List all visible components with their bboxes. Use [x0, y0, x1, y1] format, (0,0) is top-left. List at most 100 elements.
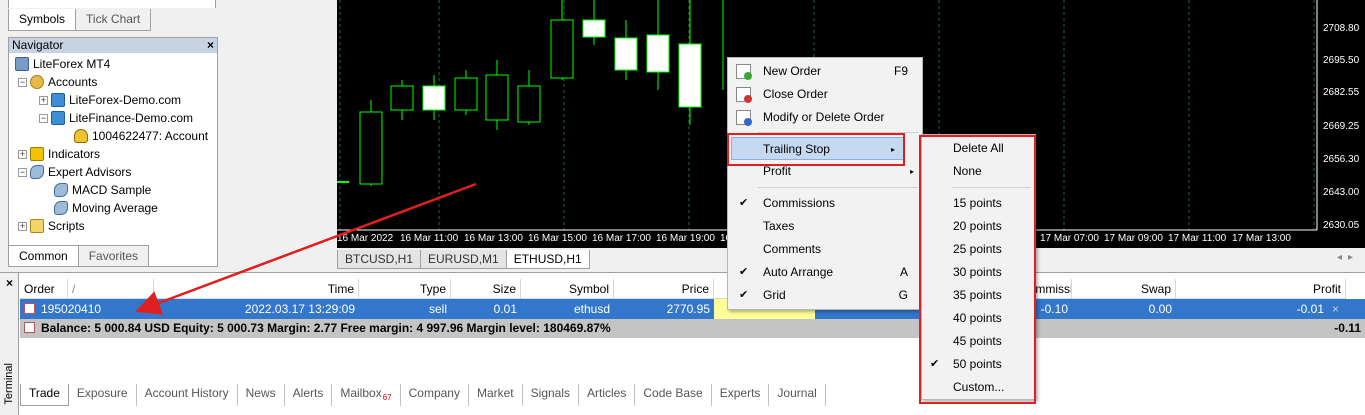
col-swap[interactable]: Swap: [1072, 279, 1176, 299]
order-ticket-cell: 195020410: [20, 299, 154, 319]
terminal-tab-code-base[interactable]: Code Base: [635, 384, 712, 406]
navigator-close-icon[interactable]: ×: [207, 38, 214, 53]
chart-tab-scroll-icon[interactable]: ◂▸: [1337, 252, 1359, 263]
terminal-label: Terminal: [3, 363, 15, 405]
menu-item-commissions[interactable]: ✔ Commissions: [728, 192, 922, 215]
tab-label: Journal: [777, 386, 817, 400]
tree-item-expert-advisors[interactable]: − Expert Advisors: [9, 163, 217, 181]
menu-item-grid[interactable]: ✔ Grid G: [728, 284, 922, 307]
menu-item-label: Close Order: [763, 87, 828, 101]
menu-item-taxes[interactable]: Taxes: [728, 215, 922, 238]
close-order-icon: [736, 87, 752, 103]
expand-icon[interactable]: +: [18, 221, 27, 231]
tree-item-label: Expert Advisors: [48, 165, 132, 179]
tree-item-label: LiteFinance-Demo.com: [69, 111, 194, 125]
tab-symbols[interactable]: Symbols: [8, 9, 77, 31]
price-label: 2682.55: [1323, 87, 1360, 98]
terminal-close-icon[interactable]: ×: [6, 276, 13, 290]
time-label: 16 Mar 19:00: [656, 233, 715, 244]
tree-item-account[interactable]: 1004622477: Account: [9, 127, 217, 145]
time-label: 16 Mar 2022: [337, 233, 394, 244]
col-time[interactable]: Time: [154, 279, 359, 299]
candle-body: [390, 85, 414, 111]
menu-item-close-order[interactable]: Close Order: [728, 83, 922, 106]
expert-advisor-icon: [30, 165, 44, 179]
candle-body: [646, 34, 670, 73]
order-price: 2770.95: [666, 302, 710, 316]
tree-item-accounts[interactable]: − Accounts: [9, 73, 217, 91]
tree-item-macd-sample[interactable]: MACD Sample: [9, 181, 217, 199]
col-sort-indicator[interactable]: /: [68, 279, 154, 299]
chart-tab-btcusd[interactable]: BTCUSD,H1: [337, 250, 422, 269]
tree-item-label: Accounts: [48, 75, 98, 89]
tree-item-label: Scripts: [48, 219, 85, 233]
checkmark-icon: ✔: [739, 289, 749, 301]
terminal-tab-alerts[interactable]: Alerts: [285, 384, 333, 406]
terminal-tab-mailbox[interactable]: Mailbox67: [332, 384, 401, 406]
chart-tabs: BTCUSD,H1 EURUSD,M1 ETHUSD,H1: [337, 250, 590, 269]
menu-item-label: Auto Arrange: [763, 265, 834, 279]
tab-common[interactable]: Common: [8, 245, 79, 267]
col-type[interactable]: Type: [359, 279, 451, 299]
menu-item-comments[interactable]: Comments: [728, 238, 922, 261]
terminal-tab-account-history[interactable]: Account History: [137, 384, 238, 406]
tree-item-terminal[interactable]: LiteForex MT4: [9, 55, 217, 73]
chart-tab-ethusd[interactable]: ETHUSD,H1: [505, 250, 590, 269]
order-profit: -0.01: [1296, 302, 1324, 316]
tab-tick-chart[interactable]: Tick Chart: [75, 9, 152, 31]
tree-item-server-liteforex[interactable]: + LiteForex-Demo.com: [9, 91, 217, 109]
col-profit[interactable]: Profit: [1176, 279, 1346, 299]
col-price[interactable]: Price: [614, 279, 714, 299]
menu-separator: [758, 187, 918, 188]
tab-label: Code Base: [643, 386, 703, 400]
tree-item-indicators[interactable]: + Indicators: [9, 145, 217, 163]
expand-icon[interactable]: +: [39, 95, 48, 105]
market-watch-list[interactable]: [8, 0, 216, 8]
terminal-tab-articles[interactable]: Articles: [579, 384, 636, 406]
tree-item-scripts[interactable]: + Scripts: [9, 217, 217, 235]
collapse-icon[interactable]: −: [18, 77, 27, 87]
terminal-tab-journal[interactable]: Journal: [769, 384, 826, 406]
terminal-tab-news[interactable]: News: [238, 384, 285, 406]
time-label: 17 Mar 09:00: [1104, 233, 1163, 244]
candle-body: [517, 85, 541, 123]
col-symbol[interactable]: Symbol: [521, 279, 614, 299]
menu-item-new-order[interactable]: New Order F9: [728, 60, 922, 83]
market-watch-tabs: Symbols Tick Chart: [8, 9, 220, 31]
order-type: sell: [428, 302, 447, 316]
order-symbol: ethusd: [573, 302, 610, 316]
table-header: Order / Time Type Size Symbol Price Comm…: [20, 279, 1365, 299]
terminal-tab-experts[interactable]: Experts: [712, 384, 770, 406]
terminal-tab-exposure[interactable]: Exposure: [69, 384, 137, 406]
expand-icon[interactable]: +: [18, 149, 27, 159]
menu-item-label: Commissions: [763, 196, 836, 210]
terminal-tab-trade[interactable]: Trade: [20, 384, 69, 406]
order-ticket: 195020410: [41, 302, 102, 316]
order-swap: 0.00: [1148, 302, 1172, 316]
server-icon: [51, 111, 65, 125]
tab-favorites[interactable]: Favorites: [77, 245, 150, 267]
menu-item-auto-arrange[interactable]: ✔ Auto Arrange A: [728, 261, 922, 284]
time-label: 16 Mar 17:00: [592, 233, 651, 244]
table-row[interactable]: 195020410 2022.03.17 13:29:09 sell 0.01 …: [20, 299, 1365, 319]
col-size[interactable]: Size: [451, 279, 521, 299]
navigator-header: Navigator ×: [9, 38, 217, 53]
tab-label: Experts: [719, 386, 761, 400]
chart-tab-eurusd[interactable]: EURUSD,M1: [420, 250, 507, 269]
terminal-tab-market[interactable]: Market: [469, 384, 523, 406]
menu-item-modify-order[interactable]: Modify or Delete Order: [728, 106, 922, 129]
terminal-tab-company[interactable]: Company: [401, 384, 469, 406]
terminal-tab-signals[interactable]: Signals: [523, 384, 580, 406]
collapse-icon[interactable]: −: [18, 167, 27, 177]
order-time: 2022.03.17 13:29:09: [244, 302, 355, 316]
tab-label: Mailbox: [340, 386, 382, 400]
tree-item-moving-average[interactable]: Moving Average: [9, 199, 217, 217]
tree-item-server-litefinance[interactable]: − LiteFinance-Demo.com: [9, 109, 217, 127]
terminal-icon: [15, 57, 29, 71]
collapse-icon[interactable]: −: [39, 113, 48, 123]
order-close-icon[interactable]: ×: [1328, 299, 1346, 319]
tab-label: Exposure: [76, 386, 128, 400]
col-order[interactable]: Order: [20, 279, 68, 299]
tree-item-label: Indicators: [48, 147, 101, 161]
orders-table: Order / Time Type Size Symbol Price Comm…: [20, 279, 1365, 338]
